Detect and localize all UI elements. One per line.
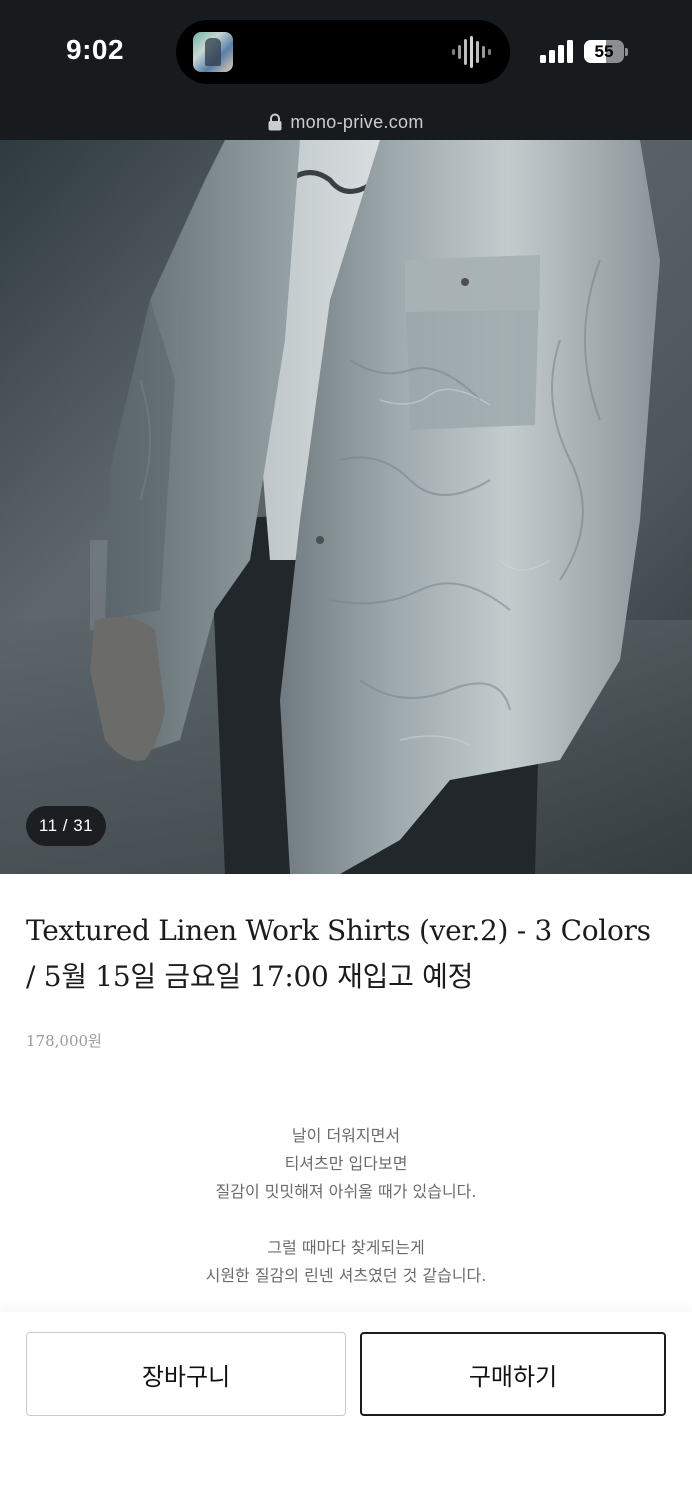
buy-now-button[interactable]: 구매하기 (360, 1332, 666, 1416)
description-line: 티셔츠만 입다보면 (284, 1154, 408, 1173)
battery-level: 55 (594, 42, 614, 61)
signal-icon (540, 40, 573, 63)
product-price: 178,000원 (26, 1032, 102, 1050)
add-to-cart-button[interactable]: 장바구니 (26, 1332, 346, 1416)
description-line: 그럴 때마다 찾게되는게 (267, 1238, 425, 1257)
product-title-line-2: / 5월 15일 금요일 17:00 재입고 예정 (26, 960, 474, 993)
status-time: 9:02 (66, 34, 125, 65)
bottom-action-bar: 장바구니 구매하기 (0, 1312, 692, 1500)
product-description: 날이 더워지면서 티셔츠만 입다보면 질감이 밋밋해져 아쉬울 때가 있습니다.… (0, 1122, 692, 1290)
status-bar: 9:02 55 (0, 0, 692, 104)
url-text[interactable]: mono-prive.com (290, 112, 423, 133)
lock-icon (268, 113, 282, 131)
battery-icon: 55 (584, 40, 628, 63)
product-title: Textured Linen Work Shirts (ver.2) - 3 C… (26, 908, 672, 1000)
url-bar[interactable]: mono-prive.com (0, 104, 692, 140)
description-line: 시원한 질감의 린넨 셔츠였던 것 같습니다. (205, 1266, 487, 1285)
product-image-carousel[interactable]: 11 / 31 (0, 140, 692, 874)
product-title-line-1: Textured Linen Work Shirts (ver.2) - 3 C… (26, 914, 651, 947)
description-line: 질감이 밋밋해져 아쉬울 때가 있습니다. (215, 1182, 477, 1201)
waveform-icon (452, 36, 491, 68)
now-playing-thumbnail[interactable] (193, 32, 233, 72)
description-line: 날이 더워지면서 (291, 1126, 401, 1145)
image-counter-badge: 11 / 31 (26, 806, 106, 846)
dynamic-island[interactable] (176, 20, 510, 84)
product-photo (0, 140, 692, 874)
